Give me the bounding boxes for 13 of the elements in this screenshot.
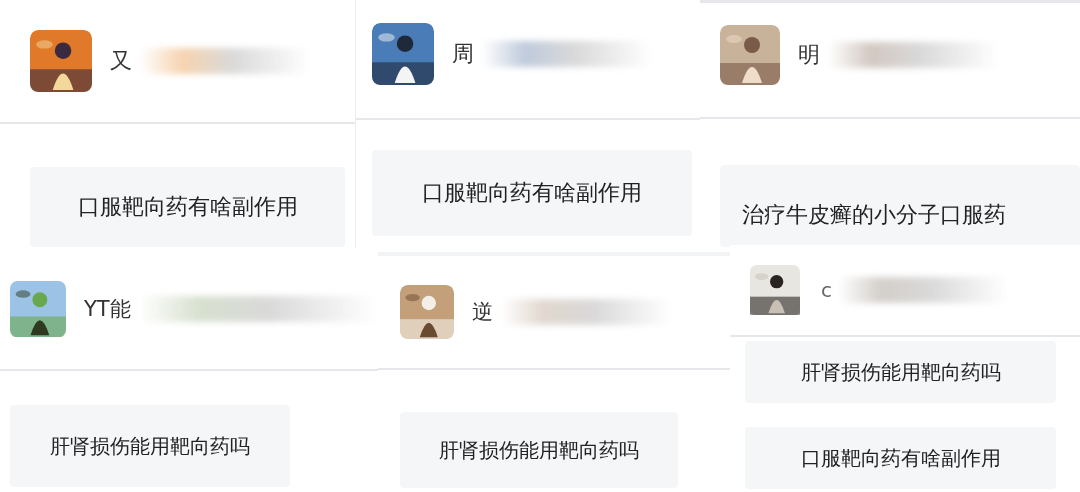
question-chip[interactable]: 治疗牛皮癣的小分子口服药 (720, 165, 1080, 247)
user-name: 周 (452, 40, 474, 68)
user-name: c (821, 278, 832, 302)
user-name: YT能 (84, 295, 131, 323)
question-chip[interactable]: 口服靶向药有啥副作用 (745, 427, 1056, 489)
question-chip[interactable]: 肝肾损伤能用靶向药吗 (400, 412, 678, 488)
user-name: 明 (798, 41, 820, 69)
user-name: 又 (110, 47, 132, 75)
question-chip[interactable]: 口服靶向药有啥副作用 (30, 167, 345, 247)
user-name: 逆 (472, 299, 493, 326)
question-chip[interactable]: 肝肾损伤能用靶向药吗 (10, 405, 290, 487)
question-chip[interactable]: 口服靶向药有啥副作用 (372, 150, 692, 236)
question-chip[interactable]: 肝肾损伤能用靶向药吗 (745, 341, 1056, 403)
